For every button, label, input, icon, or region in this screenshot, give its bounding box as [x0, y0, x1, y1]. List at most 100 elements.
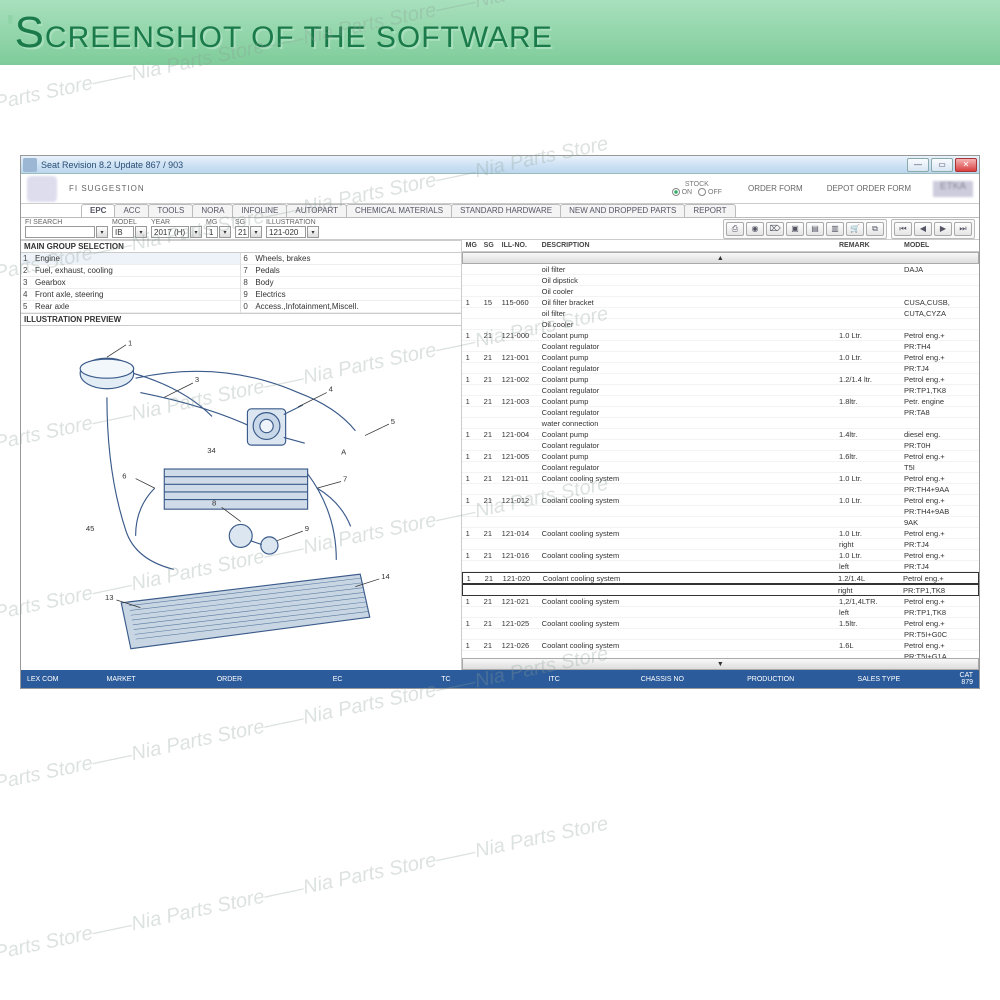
- lexcom-logo: LEX COM: [27, 676, 67, 683]
- parts-row[interactable]: 121121-001Coolant pump1.0 Ltr.Petrol eng…: [462, 352, 979, 363]
- parts-row[interactable]: PR:T5I+G0C: [462, 629, 979, 640]
- svg-text:9: 9: [305, 524, 309, 533]
- main-group-item[interactable]: 2Fuel, exhaust, cooling: [21, 265, 240, 277]
- parts-row[interactable]: 121121-011Coolant cooling system1.0 Ltr.…: [462, 473, 979, 484]
- parts-row[interactable]: 121121-014Coolant cooling system1.0 Ltr.…: [462, 528, 979, 539]
- tool-print-icon[interactable]: ⎙: [726, 222, 744, 236]
- stock-off-radio[interactable]: OFF: [698, 188, 722, 196]
- fi-search-dropdown[interactable]: ▾: [96, 226, 108, 238]
- parts-row[interactable]: 121121-004Coolant pump1.4ltr.diesel eng.: [462, 429, 979, 440]
- parts-row[interactable]: Oil cooler: [462, 319, 979, 330]
- illustration-preview[interactable]: 134 567 89 1314 4534A: [21, 326, 461, 670]
- main-group-item[interactable]: 6Wheels, brakes: [241, 253, 460, 265]
- quote-mark: ': [6, 7, 15, 49]
- fi-search-input[interactable]: [25, 226, 95, 238]
- nav-prev-icon[interactable]: ◀: [914, 222, 932, 236]
- parts-row[interactable]: Oil cooler: [462, 286, 979, 297]
- nav-next-icon[interactable]: ▶: [934, 222, 952, 236]
- main-group-item[interactable]: 9Electrics: [241, 289, 460, 301]
- parts-row[interactable]: 121121-020Coolant cooling system1.2/1.4L…: [462, 572, 979, 584]
- fi-search-label: FI SEARCH: [25, 219, 62, 226]
- tool-tag-icon[interactable]: ⌦: [766, 222, 784, 236]
- parts-row[interactable]: Coolant regulatorPR:TJ4: [462, 363, 979, 374]
- depot-order-form-link[interactable]: DEPOT ORDER FORM: [827, 184, 911, 193]
- tab-standard-hardware[interactable]: STANDARD HARDWARE: [451, 204, 561, 217]
- window-titlebar: Seat Revision 8.2 Update 867 / 903 — ▭ ✕: [21, 156, 979, 174]
- main-group-item[interactable]: 0Access.,Infotainment,Miscell.: [241, 301, 460, 313]
- parts-row[interactable]: Coolant regulatorPR:TA8: [462, 407, 979, 418]
- nav-last-icon[interactable]: ⏭: [954, 222, 972, 236]
- main-group-item[interactable]: 8Body: [241, 277, 460, 289]
- parts-row[interactable]: 121121-026Coolant cooling system1.6LPetr…: [462, 640, 979, 651]
- search-row: FI SEARCH ▾ MODEL IB▾ YEAR 2017 (H)▾ MG …: [21, 218, 979, 240]
- parts-row[interactable]: leftPR:TP1,TK8: [462, 607, 979, 618]
- model-dropdown[interactable]: ▾: [135, 226, 147, 238]
- mg-field[interactable]: 1: [206, 226, 218, 238]
- parts-row[interactable]: oil filterCUTA,CYZA: [462, 308, 979, 319]
- tool-doc-icon[interactable]: ▤: [806, 222, 824, 236]
- svg-text:6: 6: [122, 472, 126, 481]
- parts-row[interactable]: 121121-002Coolant pump1.2/1.4 ltr.Petrol…: [462, 374, 979, 385]
- nav-first-icon[interactable]: ⏮: [894, 222, 912, 236]
- tab-bar: EPCACCTOOLSNORAINFOLINEAUTOPARTCHEMICAL …: [21, 204, 979, 218]
- parts-row[interactable]: Oil dipstick: [462, 275, 979, 286]
- main-group-item[interactable]: 1Engine: [21, 253, 240, 265]
- close-button[interactable]: ✕: [955, 158, 977, 172]
- parts-row[interactable]: 115115-060Oil filter bracketCUSA,CUSB,: [462, 297, 979, 308]
- tab-tools[interactable]: TOOLS: [148, 204, 193, 217]
- stock-on-radio[interactable]: ON: [672, 188, 692, 196]
- tool-box-icon[interactable]: ▣: [786, 222, 804, 236]
- tab-chemical-materials[interactable]: CHEMICAL MATERIALS: [346, 204, 452, 217]
- parts-row[interactable]: Coolant regulatorPR:TP1,TK8: [462, 385, 979, 396]
- year-field[interactable]: 2017 (H): [151, 226, 189, 238]
- order-form-link[interactable]: ORDER FORM: [748, 184, 803, 193]
- parts-row[interactable]: 121121-021Coolant cooling system1,2/1,4L…: [462, 596, 979, 607]
- main-group-item[interactable]: 5Rear axle: [21, 301, 240, 313]
- tool-cart-icon[interactable]: 🛒: [846, 222, 864, 236]
- mg-dropdown[interactable]: ▾: [219, 226, 231, 238]
- tab-infoline[interactable]: INFOLINE: [232, 204, 287, 217]
- tab-nora[interactable]: NORA: [192, 204, 233, 217]
- parts-row[interactable]: Coolant regulatorT5I: [462, 462, 979, 473]
- parts-row[interactable]: PR:T5I+G1A: [462, 651, 979, 658]
- tab-new-and-dropped-parts[interactable]: NEW AND DROPPED PARTS: [560, 204, 685, 217]
- parts-row[interactable]: 121121-016Coolant cooling system1.0 Ltr.…: [462, 550, 979, 561]
- tool-camera-icon[interactable]: ◉: [746, 222, 764, 236]
- parts-row[interactable]: 121121-005Coolant pump1.6ltr.Petrol eng.…: [462, 451, 979, 462]
- illustration-field[interactable]: 121-020: [266, 226, 306, 238]
- right-pane: MG SG ILL-NO. DESCRIPTION REMARK MODEL ▲…: [462, 240, 979, 670]
- scroll-up-button[interactable]: ▲: [462, 252, 979, 264]
- scroll-down-button[interactable]: ▼: [462, 658, 979, 670]
- main-group-item[interactable]: 7Pedals: [241, 265, 460, 277]
- tool-list-icon[interactable]: ▥: [826, 222, 844, 236]
- main-group-item[interactable]: 3Gearbox: [21, 277, 240, 289]
- sg-field[interactable]: 21: [235, 226, 249, 238]
- parts-row[interactable]: 121121-012Coolant cooling system1.0 Ltr.…: [462, 495, 979, 506]
- parts-row[interactable]: Coolant regulatorPR:T0H: [462, 440, 979, 451]
- parts-row[interactable]: Coolant regulatorPR:TH4: [462, 341, 979, 352]
- parts-row[interactable]: 9AK: [462, 517, 979, 528]
- parts-row[interactable]: 121121-025Coolant cooling system1.5ltr.P…: [462, 618, 979, 629]
- parts-row[interactable]: PR:TH4+9AA: [462, 484, 979, 495]
- illustration-dropdown[interactable]: ▾: [307, 226, 319, 238]
- tool-copy-icon[interactable]: ⧉: [866, 222, 884, 236]
- main-group-item[interactable]: 4Front axle, steering: [21, 289, 240, 301]
- parts-row[interactable]: oil filterDAJA: [462, 264, 979, 275]
- parts-row[interactable]: PR:TH4+9AB: [462, 506, 979, 517]
- parts-row[interactable]: rightPR:TP1,TK8: [462, 584, 979, 596]
- tab-report[interactable]: REPORT: [684, 204, 735, 217]
- parts-row[interactable]: water connection: [462, 418, 979, 429]
- maximize-button[interactable]: ▭: [931, 158, 953, 172]
- parts-row[interactable]: 121121-000Coolant pump1.0 Ltr.Petrol eng…: [462, 330, 979, 341]
- model-field[interactable]: IB: [112, 226, 134, 238]
- parts-row[interactable]: rightPR:TJ4: [462, 539, 979, 550]
- parts-table-body[interactable]: oil filterDAJAOil dipstickOil cooler1151…: [462, 264, 979, 658]
- tab-epc[interactable]: EPC: [81, 204, 115, 217]
- tab-acc[interactable]: ACC: [114, 204, 149, 217]
- parts-row[interactable]: 121121-003Coolant pump1.8ltr.Petr. engin…: [462, 396, 979, 407]
- minimize-button[interactable]: —: [907, 158, 929, 172]
- parts-row[interactable]: leftPR:TJ4: [462, 561, 979, 572]
- tab-autopart[interactable]: AUTOPART: [286, 204, 347, 217]
- sg-dropdown[interactable]: ▾: [250, 226, 262, 238]
- year-dropdown[interactable]: ▾: [190, 226, 202, 238]
